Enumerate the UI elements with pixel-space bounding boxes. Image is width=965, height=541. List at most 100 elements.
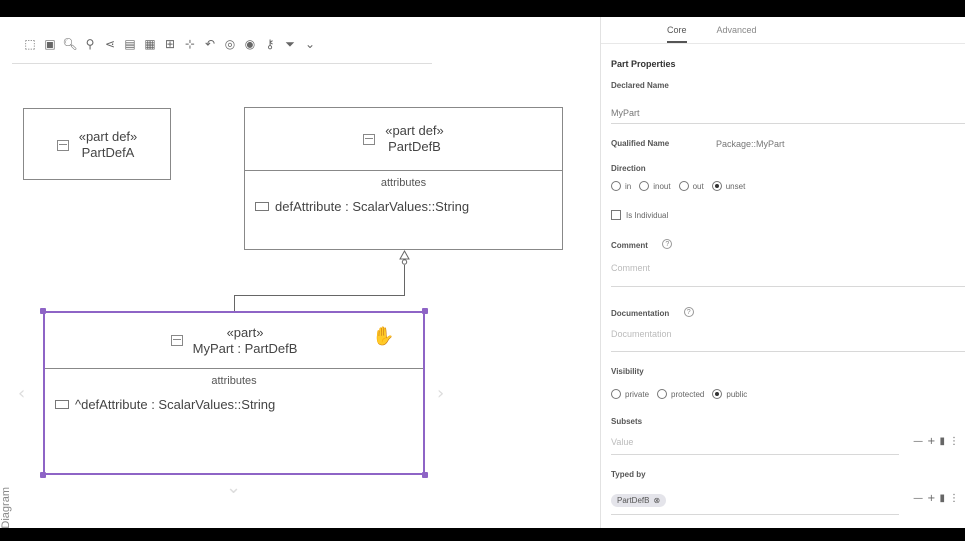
drag-hand-icon: ✋ [372,326,395,347]
direction-label: Direction [611,164,646,173]
radio-icon [678,181,689,191]
visibility-protected-radio[interactable]: protected [657,389,704,399]
section-title: Part Properties [611,59,676,69]
delete-icon[interactable]: ▮ [939,436,945,447]
documentation-input[interactable]: Documentation [611,329,672,339]
tab-core[interactable]: Core [667,21,687,43]
zoom-out-icon[interactable]: ⚲ [82,36,98,52]
declared-name-input[interactable]: MyPart [611,108,640,118]
documentation-label: Documentation [611,309,670,318]
expand-down-icon[interactable]: ⌄ [226,477,241,498]
node-partdefb[interactable]: «part def» PartDefB attributes defAttrib… [244,107,563,250]
side-label: Diagram [0,487,12,528]
comment-label: Comment [611,241,648,250]
toolbar-divider [12,63,432,64]
resize-handle-sw[interactable] [40,472,46,478]
more-vert-icon[interactable]: ⋮ [949,493,959,504]
node-name: MyPart : PartDefB [192,340,298,356]
diagram-canvas[interactable]: ⬚ ▣ 🔍︎ ⚲ ⋖ ▤ ▦ ⊞ ⊹ ↶ ◎ ◉ ⚷ ⏷ ⌄ «part def… [0,17,600,528]
undo-icon[interactable]: ↶ [202,36,218,52]
direction-unset-radio[interactable]: unset [711,181,746,191]
node-partdefa[interactable]: «part def» PartDefA [23,108,171,180]
attribute-icon [55,400,69,409]
hide-icon[interactable]: ◎ [222,36,238,52]
node-mypart[interactable]: «part» MyPart : PartDefB attributes ^def… [43,311,425,475]
pin-icon[interactable]: ⚷ [262,36,278,52]
checkbox-icon [611,210,621,220]
layout-icon[interactable]: ▦ [142,36,158,52]
radio-icon [657,389,668,399]
tab-advanced[interactable]: Advanced [717,21,757,39]
documentation-header: Documentation ? [601,303,694,321]
is-individual-label: Is Individual [626,210,669,220]
share-icon[interactable]: ⋖ [102,36,118,52]
attribute-icon [255,202,269,211]
expand-left-icon[interactable]: ‹ [18,383,25,404]
add-icon[interactable]: + [927,493,935,504]
typed-by-field[interactable]: PartDefB ⊗ [601,490,667,508]
typed-by-chip[interactable]: PartDefB ⊗ [611,494,667,507]
more-vert-icon[interactable]: ⋮ [949,436,959,447]
diagram-toolbar: ⬚ ▣ 🔍︎ ⚲ ⋖ ▤ ▦ ⊞ ⊹ ↶ ◎ ◉ ⚷ ⏷ ⌄ [22,33,318,55]
radio-label: private [625,389,650,399]
filter-icon[interactable]: ⏷ [282,36,298,52]
node-stereotype: «part» [226,324,264,340]
direction-inout-radio[interactable]: inout [639,181,671,191]
subsets-input[interactable]: Value [611,437,633,447]
remove-icon[interactable]: — [913,436,923,447]
node-stereotype: «part def» [78,129,138,144]
edge-horizontal[interactable] [234,295,405,296]
visibility-public-radio[interactable]: public [712,389,747,399]
chip-remove-icon[interactable]: ⊗ [653,496,660,505]
export-image-icon[interactable]: ▣ [42,36,58,52]
node-name: PartDefB [388,139,441,154]
attribute-row[interactable]: ^defAttribute : ScalarValues::String [55,397,423,412]
snap-icon[interactable]: ⊹ [182,36,198,52]
add-icon[interactable]: + [927,436,935,447]
more-icon[interactable]: ⌄ [302,36,318,52]
typed-by-actions: — + ▮ ⋮ [913,493,959,504]
node-stereotype: «part def» [385,123,444,138]
fit-to-screen-icon[interactable]: ⬚ [22,36,38,52]
qualified-name-label: Qualified Name [611,139,670,148]
resize-handle-ne[interactable] [422,308,428,314]
chip-label: PartDefB [617,496,650,505]
edge-vertical-b[interactable] [404,265,405,296]
node-header: «part» MyPart : PartDefB [45,313,423,368]
direction-out-radio[interactable]: out [678,181,704,191]
help-icon[interactable]: ? [662,238,673,249]
fade-icon[interactable]: ◉ [242,36,258,52]
attribute-label: ^defAttribute : ScalarValues::String [75,397,276,412]
remove-icon[interactable]: — [913,493,923,504]
radio-icon [639,181,650,191]
direction-in-radio[interactable]: in [611,181,631,191]
visibility-radio-group: private protected public [611,389,747,399]
compartment-title: attributes [380,177,427,189]
radio-label: public [726,389,748,399]
delete-icon[interactable]: ▮ [939,493,945,504]
attribute-label: defAttribute : ScalarValues::String [275,199,470,214]
expand-right-icon[interactable]: › [437,383,444,404]
radio-label: inout [653,181,671,191]
zoom-in-icon[interactable]: 🔍︎ [62,36,78,52]
node-separator [45,368,423,369]
attribute-row[interactable]: defAttribute : ScalarValues::String [255,199,562,214]
comment-input[interactable]: Comment [611,263,650,273]
arrange-all-icon[interactable]: ▤ [122,36,138,52]
node-header: «part def» PartDefB [245,108,562,170]
subsets-label: Subsets [611,417,643,426]
visibility-private-radio[interactable]: private [611,389,649,399]
comment-header: Comment ? [601,235,673,253]
resize-handle-se[interactable] [422,472,428,478]
is-individual-checkbox[interactable]: Is Individual [611,210,668,220]
compartment-title: attributes [211,375,257,387]
help-icon[interactable]: ? [683,306,694,317]
node-separator [245,170,562,171]
resize-handle-nw[interactable] [40,308,46,314]
radio-icon [611,181,621,191]
radio-selected-icon [711,181,722,191]
align-icon[interactable]: ⊞ [162,36,178,52]
typed-by-underline [611,514,899,515]
declared-name-label: Declared Name [611,81,669,90]
radio-label: unset [725,181,746,191]
